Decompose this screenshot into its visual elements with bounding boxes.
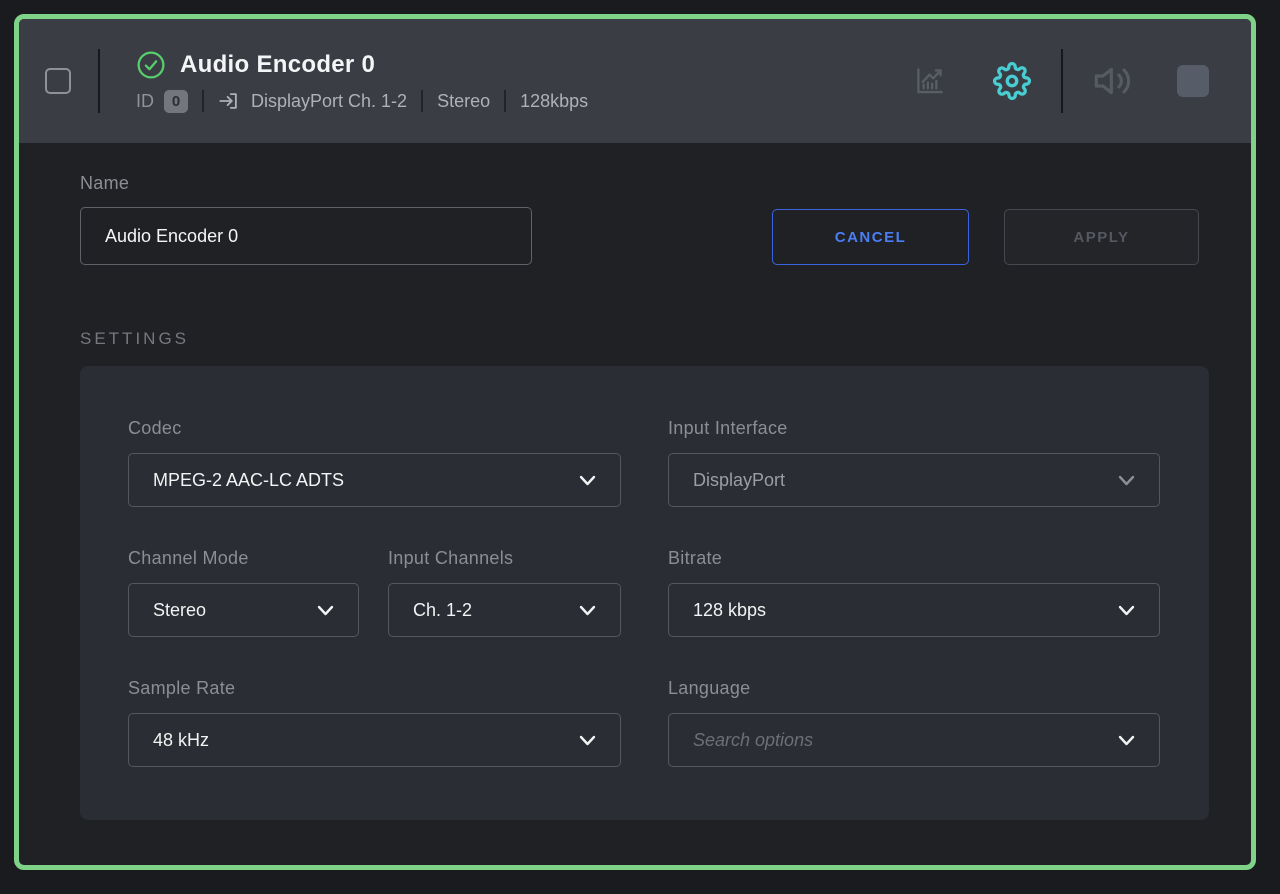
title-block: Audio Encoder 0 ID 0 DisplayPort Ch. 1-2… bbox=[136, 50, 588, 113]
check-circle-icon bbox=[136, 50, 166, 80]
meta-input: DisplayPort Ch. 1-2 bbox=[251, 91, 407, 112]
name-label: Name bbox=[80, 173, 532, 194]
stats-chart-icon[interactable] bbox=[911, 62, 949, 100]
chevron-down-icon bbox=[317, 600, 334, 621]
input-source-icon bbox=[218, 90, 240, 112]
sample-rate-select[interactable]: 48 kHz bbox=[128, 713, 621, 767]
input-channels-select[interactable]: Ch. 1-2 bbox=[388, 583, 621, 637]
chevron-down-icon bbox=[579, 730, 596, 751]
apply-button[interactable]: APPLY bbox=[1004, 209, 1199, 265]
cancel-button[interactable]: CANCEL bbox=[772, 209, 969, 265]
channel-mode-value: Stereo bbox=[153, 600, 206, 621]
language-placeholder: Search options bbox=[693, 730, 813, 751]
meta-bitrate: 128kbps bbox=[520, 91, 588, 112]
encoder-header: Audio Encoder 0 ID 0 DisplayPort Ch. 1-2… bbox=[19, 19, 1251, 143]
chevron-down-icon bbox=[1118, 730, 1135, 751]
select-encoder-checkbox[interactable] bbox=[45, 68, 71, 94]
settings-card: Codec MPEG-2 AAC-LC ADTS Input Interface… bbox=[80, 366, 1209, 820]
meta-separator bbox=[504, 90, 506, 112]
codec-label: Codec bbox=[128, 418, 621, 439]
meta-separator bbox=[202, 90, 204, 112]
name-and-actions-row: Name CANCEL APPLY bbox=[80, 173, 1199, 265]
header-divider bbox=[98, 49, 100, 113]
chevron-down-icon bbox=[1118, 470, 1135, 491]
language-label: Language bbox=[668, 678, 1160, 699]
stop-icon[interactable] bbox=[1177, 65, 1209, 97]
gear-icon[interactable] bbox=[993, 62, 1031, 100]
chevron-down-icon bbox=[1118, 600, 1135, 621]
sample-rate-label: Sample Rate bbox=[128, 678, 621, 699]
encoder-meta: ID 0 DisplayPort Ch. 1-2 Stereo 128kbps bbox=[136, 90, 588, 113]
chevron-down-icon bbox=[579, 470, 596, 491]
input-channels-value: Ch. 1-2 bbox=[413, 600, 472, 621]
chevron-down-icon bbox=[579, 600, 596, 621]
input-interface-select[interactable]: DisplayPort bbox=[668, 453, 1160, 507]
name-input[interactable] bbox=[80, 207, 532, 265]
channel-mode-select[interactable]: Stereo bbox=[128, 583, 359, 637]
id-label: ID bbox=[136, 91, 154, 112]
channel-mode-label: Channel Mode bbox=[128, 548, 359, 569]
meta-channel-mode: Stereo bbox=[437, 91, 490, 112]
speaker-icon[interactable] bbox=[1093, 61, 1133, 101]
bitrate-select[interactable]: 128 kbps bbox=[668, 583, 1160, 637]
codec-value: MPEG-2 AAC-LC ADTS bbox=[153, 470, 344, 491]
encoder-title: Audio Encoder 0 bbox=[180, 51, 375, 79]
settings-heading: SETTINGS bbox=[80, 329, 1199, 349]
encoder-panel: Audio Encoder 0 ID 0 DisplayPort Ch. 1-2… bbox=[14, 14, 1256, 870]
language-select[interactable]: Search options bbox=[668, 713, 1160, 767]
codec-select[interactable]: MPEG-2 AAC-LC ADTS bbox=[128, 453, 621, 507]
input-interface-value: DisplayPort bbox=[693, 470, 785, 491]
bitrate-label: Bitrate bbox=[668, 548, 1160, 569]
sample-rate-value: 48 kHz bbox=[153, 730, 209, 751]
meta-separator bbox=[421, 90, 423, 112]
header-divider bbox=[1061, 49, 1063, 113]
header-actions bbox=[911, 49, 1209, 113]
input-channels-label: Input Channels bbox=[388, 548, 621, 569]
bitrate-value: 128 kbps bbox=[693, 600, 766, 621]
encoder-body: Name CANCEL APPLY SETTINGS Codec MPEG-2 … bbox=[19, 143, 1251, 820]
id-badge: 0 bbox=[164, 90, 188, 113]
input-interface-label: Input Interface bbox=[668, 418, 1160, 439]
